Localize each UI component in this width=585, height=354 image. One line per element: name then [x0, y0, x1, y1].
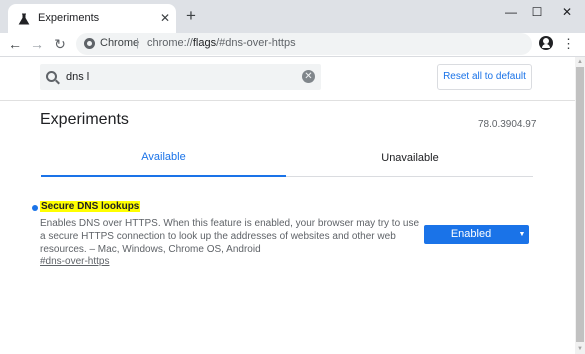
search-icon [46, 71, 57, 82]
tab-unavailable[interactable]: Unavailable [287, 152, 533, 164]
chrome-site-icon[interactable] [84, 38, 95, 49]
menu-icon[interactable]: ⋮ [562, 35, 575, 53]
tab-available[interactable]: Available [41, 151, 286, 163]
modified-indicator-dot [32, 205, 38, 211]
url-separator: | [136, 37, 139, 49]
flags-page: ✕ Reset all to default Experiments 78.0.… [0, 57, 575, 354]
browser-toolbar: ← → ↻ Chrome | chrome://flags/#dns-over-… [0, 33, 585, 57]
clear-search-icon[interactable]: ✕ [302, 70, 315, 83]
reset-all-button[interactable]: Reset all to default [437, 64, 532, 90]
url-host: flags [192, 37, 217, 49]
browser-tab[interactable]: Experiments ✕ [8, 4, 176, 33]
minimize-button[interactable]: — [497, 3, 525, 21]
tab-title: Experiments [38, 12, 100, 24]
version-label: 78.0.3904.97 [478, 119, 537, 130]
dropdown-arrow-icon: ▼ [518, 231, 526, 238]
url-prefix: chrome:// [147, 37, 193, 49]
flask-icon [18, 12, 30, 25]
page-scrollbar[interactable]: ▲ ▼ [575, 57, 585, 354]
page-title: Experiments [40, 111, 129, 128]
search-input[interactable] [66, 69, 296, 85]
url-text[interactable]: chrome://flags/#dns-over-https [147, 37, 296, 49]
close-window-button[interactable]: ✕ [553, 3, 581, 21]
flag-name: Secure DNS lookups [40, 201, 141, 212]
back-button[interactable]: ← [6, 35, 24, 53]
tab-close-icon[interactable]: ✕ [158, 11, 172, 25]
active-tab-indicator [41, 175, 286, 177]
flag-state-select[interactable]: Enabled ▼ [424, 225, 529, 244]
address-bar[interactable]: Chrome | chrome://flags/#dns-over-https … [76, 33, 532, 55]
maximize-button[interactable]: ☐ [523, 3, 551, 21]
flag-state-value: Enabled [450, 228, 492, 240]
search-box[interactable]: ✕ [40, 64, 321, 90]
header-divider [0, 100, 575, 101]
site-label: Chrome [100, 37, 140, 49]
forward-button[interactable]: → [28, 35, 46, 53]
reload-button[interactable]: ↻ [51, 35, 69, 53]
url-path: /#dns-over-https [216, 37, 296, 49]
flag-permalink[interactable]: #dns-over-https [40, 256, 109, 267]
profile-avatar-icon[interactable] [539, 36, 553, 50]
scroll-down-icon[interactable]: ▼ [575, 344, 585, 354]
scroll-up-icon[interactable]: ▲ [575, 57, 585, 67]
flag-description: Enables DNS over HTTPS. When this featur… [40, 218, 420, 255]
scroll-thumb[interactable] [576, 67, 584, 342]
tab-strip: Experiments ✕ + — ☐ ✕ [0, 0, 585, 33]
new-tab-button[interactable]: + [183, 7, 199, 24]
